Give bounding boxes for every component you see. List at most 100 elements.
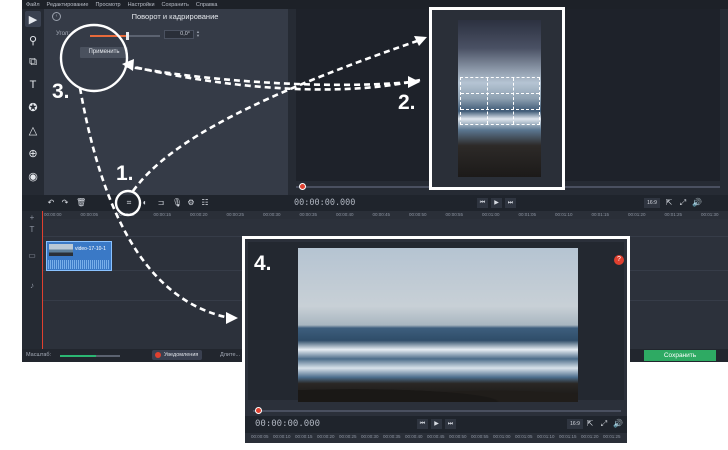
left-toolbar: ▶ ⚲ ⧉ T ✪ △ ⊕ ◉ xyxy=(22,9,44,209)
angle-input[interactable]: 0,0° xyxy=(164,30,194,39)
ruler-tick: 00:00:15 xyxy=(153,212,172,217)
timeline-track-headers: + T ▭ ♪ xyxy=(22,211,42,351)
crop-frame-inset xyxy=(429,7,565,190)
result-ruler-tick: 00:00:15 xyxy=(295,434,313,439)
ruler-tick: 00:01:00 xyxy=(482,212,500,217)
result-progress-handle[interactable] xyxy=(255,407,262,414)
angle-slider[interactable] xyxy=(90,32,160,40)
shapes-icon[interactable]: △ xyxy=(25,122,41,138)
ruler-tick: 00:01:20 xyxy=(628,212,646,217)
crop-icon[interactable]: ⌗ xyxy=(124,198,134,208)
result-video-rocks xyxy=(298,382,578,402)
text-track[interactable] xyxy=(42,219,728,237)
angle-slider-fill xyxy=(90,35,127,37)
step-label-1: 1. xyxy=(116,162,134,185)
result-preview-inset: ? 00:00:00.000 ⏮ ▶ ⏭ 16:9 ⇱ ⤢ 🔊 00:00:05… xyxy=(242,236,630,446)
clip-name: video-17-10-1 xyxy=(75,246,106,252)
record-icon[interactable]: ◉ xyxy=(25,168,41,184)
result-play-icon[interactable]: ▶ xyxy=(431,419,442,429)
stickers-icon[interactable]: ✪ xyxy=(25,99,41,115)
timeline-ruler[interactable]: 00:00:00 00:00:05 00:00:10 00:00:15 00:00:20… xyxy=(42,211,728,219)
control-bar: ↶ ↷ 🗑 ⌗ ◐ ⊐ 🎙 ⚙ ☷ 00:00:00.000 ⏮ ▶ ⏭ 16:… xyxy=(22,195,728,211)
zoom-icon[interactable]: ⊕ xyxy=(25,145,41,161)
crop-grid-line xyxy=(487,78,488,124)
result-ruler-tick: 00:00:30 xyxy=(361,434,379,439)
angle-spinner-icon[interactable]: ▲ ▼ xyxy=(196,30,201,39)
result-progress-bar[interactable] xyxy=(253,407,621,414)
equalizer-icon[interactable]: ☷ xyxy=(200,198,210,208)
ruler-tick: 00:00:10 xyxy=(117,212,135,217)
menu-settings[interactable]: Настройки xyxy=(128,2,155,8)
menu-view[interactable]: Просмотр xyxy=(95,2,120,8)
text-icon[interactable]: T xyxy=(25,77,41,93)
clip-waveform xyxy=(48,260,110,269)
result-timeline-ruler[interactable]: 00:00:05 00:00:10 00:00:15 00:00:20 00:00:25… xyxy=(245,433,627,443)
detach-icon[interactable]: ⇱ xyxy=(664,198,674,208)
add-track-icon[interactable]: + xyxy=(26,213,38,222)
menu-bar: Файл Редактирование Просмотр Настройки С… xyxy=(22,0,728,9)
ruler-tick: 00:01:10 xyxy=(555,212,573,217)
menu-edit[interactable]: Редактирование xyxy=(47,2,89,8)
step-label-2: 2. xyxy=(398,91,416,114)
result-ruler-tick: 00:01:10 xyxy=(537,434,555,439)
progress-handle[interactable] xyxy=(299,183,306,190)
ruler-tick: 00:00:25 xyxy=(226,212,245,217)
split-icon[interactable]: ⊐ xyxy=(156,198,166,208)
result-fullscreen-icon[interactable]: ⤢ xyxy=(599,419,609,429)
ruler-tick: 00:00:55 xyxy=(445,212,464,217)
import-icon[interactable]: ▶ xyxy=(25,11,41,27)
ruler-tick: 00:00:50 xyxy=(409,212,427,217)
result-prev-frame-icon[interactable]: ⏮ xyxy=(417,419,428,429)
ruler-tick: 00:01:25 xyxy=(664,212,683,217)
result-ruler-tick: 00:00:35 xyxy=(383,434,401,439)
text-track-icon: T xyxy=(29,225,35,234)
undo-icon[interactable]: ↶ xyxy=(46,198,56,208)
result-ruler-tick: 00:00:20 xyxy=(317,434,335,439)
result-player-stage: ? xyxy=(248,242,624,402)
magic-wand-icon[interactable]: ⚲ xyxy=(25,32,41,48)
settings-icon[interactable]: ⚙ xyxy=(186,198,196,208)
notifications-button[interactable]: Уведомления xyxy=(152,350,202,360)
notification-badge xyxy=(155,352,161,358)
step-label-4: 4. xyxy=(254,252,272,275)
playhead[interactable] xyxy=(42,211,43,351)
aspect-ratio-button[interactable]: 16:9 xyxy=(644,198,660,208)
audio-icon[interactable]: 🎙 xyxy=(172,198,182,208)
ruler-tick: 00:01:30 xyxy=(701,212,719,217)
timecode: 00:00:00.000 xyxy=(294,198,356,208)
color-icon[interactable]: ◐ xyxy=(140,198,150,208)
result-volume-icon[interactable]: 🔊 xyxy=(613,419,623,429)
result-ruler-tick: 00:01:15 xyxy=(559,434,577,439)
result-detach-icon[interactable]: ⇱ xyxy=(585,419,595,429)
menu-save[interactable]: Сохранить xyxy=(162,2,189,8)
prev-frame-icon[interactable]: ⏮ xyxy=(477,198,488,208)
play-icon[interactable]: ▶ xyxy=(491,198,502,208)
menu-file[interactable]: Файл xyxy=(26,2,40,8)
crop-grid-line xyxy=(461,93,539,94)
video-clip[interactable]: video-17-10-1 xyxy=(46,241,112,271)
next-frame-icon[interactable]: ⏭ xyxy=(505,198,516,208)
save-button[interactable]: Сохранить xyxy=(644,350,716,361)
menu-help[interactable]: Справка xyxy=(196,2,218,8)
apply-button[interactable]: Применить xyxy=(80,47,128,58)
result-next-frame-icon[interactable]: ⏭ xyxy=(445,419,456,429)
redo-icon[interactable]: ↷ xyxy=(60,198,70,208)
result-video xyxy=(298,248,578,402)
result-ruler-tick: 00:01:25 xyxy=(603,434,621,439)
audio-track-icon: ♪ xyxy=(30,281,34,290)
ruler-tick: 00:01:15 xyxy=(591,212,610,217)
help-icon[interactable]: ? xyxy=(614,255,624,265)
ruler-tick: 00:00:05 xyxy=(80,212,99,217)
trash-icon[interactable]: 🗑 xyxy=(76,198,86,208)
scale-slider-fill xyxy=(60,355,96,357)
crop-box[interactable] xyxy=(460,77,540,125)
transitions-icon[interactable]: ⧉ xyxy=(25,54,41,70)
result-control-bar: 00:00:00.000 ⏮ ▶ ⏭ 16:9 ⇱ ⤢ 🔊 xyxy=(245,416,627,433)
fullscreen-icon[interactable]: ⤢ xyxy=(678,198,688,208)
scale-slider[interactable] xyxy=(60,355,120,357)
scale-label: Масштаб: xyxy=(26,352,52,358)
angle-slider-thumb[interactable] xyxy=(126,32,130,40)
result-ruler-tick: 00:00:45 xyxy=(427,434,445,439)
volume-icon[interactable]: 🔊 xyxy=(692,198,702,208)
result-aspect-ratio-button[interactable]: 16:9 xyxy=(567,419,583,429)
